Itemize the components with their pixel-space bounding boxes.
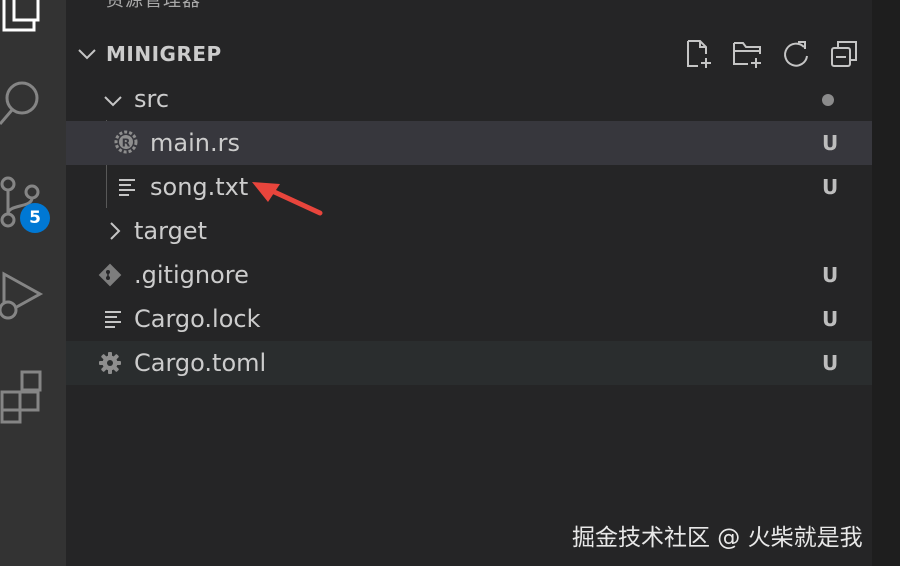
- text-file-icon: [119, 179, 135, 196]
- tree-item-label: .gitignore: [134, 261, 249, 289]
- tree-item-label: main.rs: [150, 129, 240, 157]
- refresh-icon[interactable]: [780, 38, 812, 70]
- git-file-icon: [98, 263, 122, 287]
- new-folder-icon[interactable]: [732, 38, 764, 70]
- tree-item-label: Cargo.lock: [134, 305, 261, 333]
- tree-file-gitignore[interactable]: .gitignore U: [66, 253, 872, 297]
- chevron-down-icon: [104, 96, 122, 107]
- editor-edge: [872, 0, 900, 566]
- tree-item-label: target: [134, 217, 207, 245]
- explorer-sidebar: 资源管理器 MINIGREP src R main.rs U song.txt …: [66, 0, 872, 566]
- tree-folder-src[interactable]: src: [66, 77, 872, 121]
- chevron-right-icon: [110, 222, 121, 240]
- explorer-icon[interactable]: [0, 0, 66, 40]
- git-status-untracked: U: [822, 263, 839, 287]
- git-status-untracked: U: [822, 175, 839, 199]
- extensions-icon[interactable]: [0, 368, 66, 424]
- git-status-untracked: U: [822, 351, 839, 375]
- workspace-section-header[interactable]: MINIGREP: [66, 32, 872, 76]
- search-icon[interactable]: [0, 76, 66, 132]
- tree-file-song-txt[interactable]: song.txt U: [66, 165, 872, 209]
- rust-file-icon: R: [114, 130, 138, 154]
- annotation-arrow-icon: [252, 182, 323, 216]
- git-status-untracked: U: [822, 307, 839, 331]
- tree-folder-target[interactable]: target: [66, 209, 872, 253]
- run-debug-icon[interactable]: [0, 268, 66, 326]
- tree-item-label: src: [134, 85, 170, 113]
- watermark: 掘金技术社区 @ 火柴就是我: [572, 525, 863, 551]
- tree-item-label: Cargo.toml: [134, 349, 267, 377]
- tree-file-main-rs[interactable]: R main.rs U: [66, 121, 872, 165]
- gear-icon: [99, 352, 121, 374]
- tree-item-label: song.txt: [150, 173, 249, 201]
- chevron-down-icon: [78, 49, 96, 60]
- text-file-icon: [105, 311, 121, 328]
- activity-bar: 5: [0, 0, 66, 566]
- modified-dot: [822, 94, 834, 106]
- git-status-untracked: U: [822, 131, 839, 155]
- tree-file-cargo-lock[interactable]: Cargo.lock U: [66, 297, 872, 341]
- tree-file-cargo-toml[interactable]: Cargo.toml U: [66, 341, 872, 385]
- new-file-icon[interactable]: [682, 38, 714, 70]
- collapse-all-icon[interactable]: [828, 38, 860, 70]
- svg-text:R: R: [122, 137, 131, 150]
- explorer-view-title: 资源管理器: [106, 0, 201, 11]
- source-control-badge: 5: [20, 203, 50, 233]
- workspace-title: MINIGREP: [106, 42, 222, 66]
